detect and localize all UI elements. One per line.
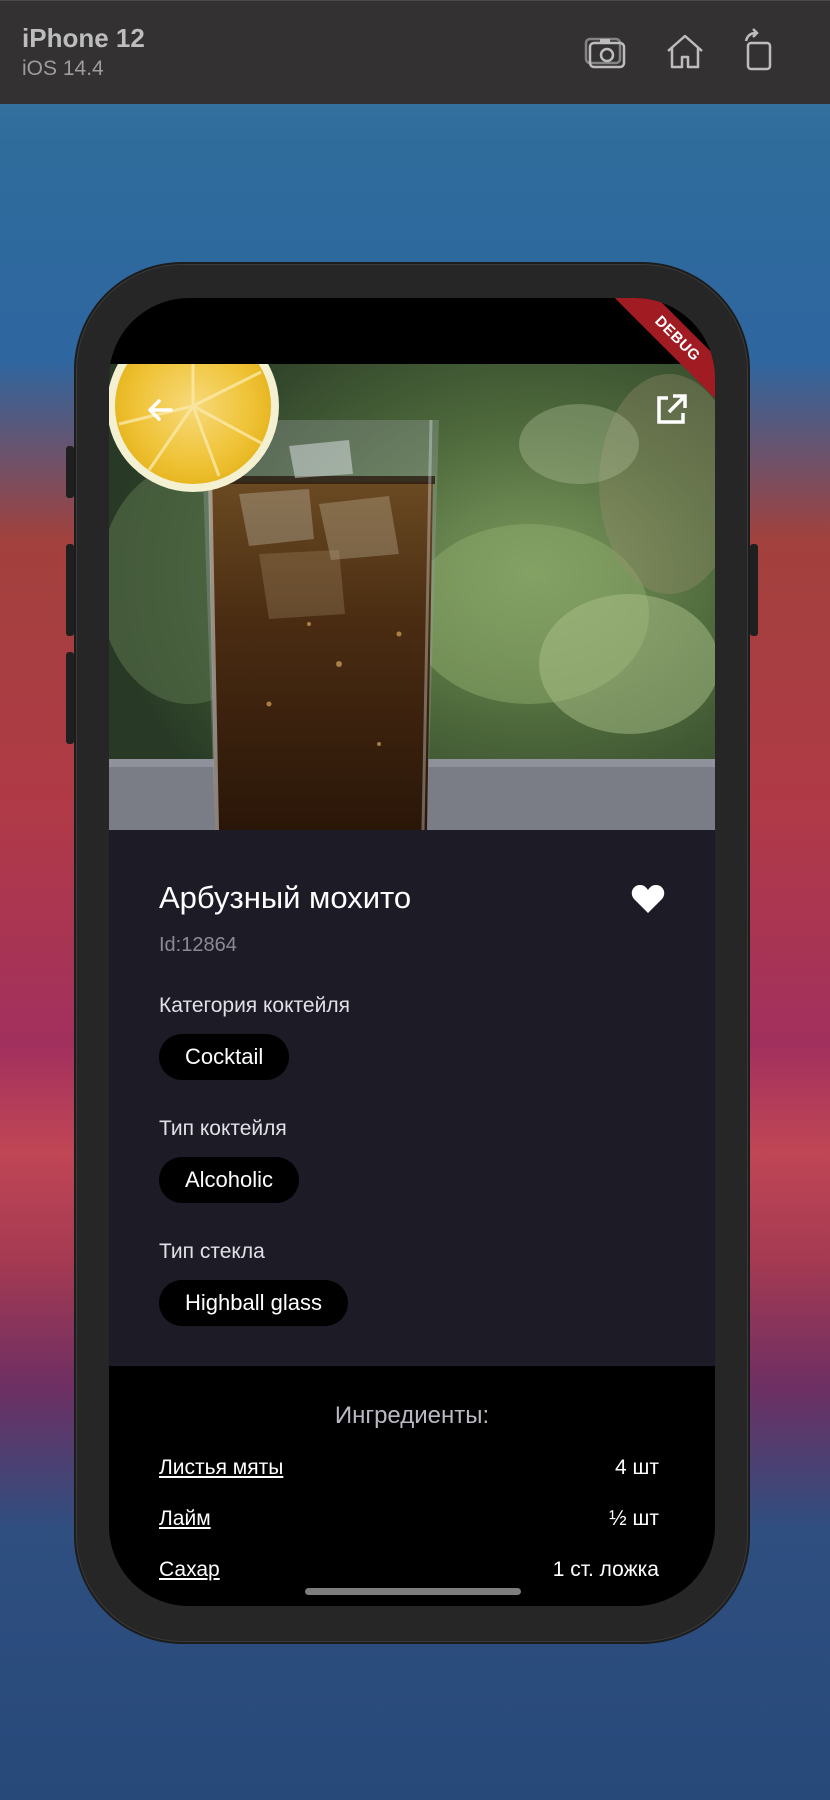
device-name: iPhone 12 xyxy=(22,23,145,53)
volume-up-button xyxy=(66,544,74,636)
type-label: Тип коктейля xyxy=(159,1117,287,1140)
drink-info-panel: Арбузный мохито Id:12864 Категория кокте… xyxy=(109,830,715,1366)
ingredient-qty: 4 шт xyxy=(615,1456,659,1479)
home-indicator[interactable] xyxy=(305,1588,521,1595)
phone-screen: DEBUG Арбузный мохито Id:12864 Категория… xyxy=(109,298,715,1606)
category-label: Категория коктейля xyxy=(159,994,350,1017)
home-icon[interactable] xyxy=(660,27,710,77)
power-button xyxy=(750,544,758,636)
volume-down-button xyxy=(66,652,74,744)
glass-label: Тип стекла xyxy=(159,1240,265,1263)
ingredients-title: Ингредиенты: xyxy=(334,1402,490,1429)
category-chip: Cocktail xyxy=(159,1034,290,1080)
rotate-icon[interactable] xyxy=(734,27,784,77)
glass-chip: Highball glass xyxy=(159,1280,348,1326)
type-chip: Alcoholic xyxy=(159,1157,300,1203)
ingredients-section: Ингредиенты: Листья мяты 4 шт Лайм ½ шт … xyxy=(109,1366,715,1606)
ingredient-link[interactable]: Листья мяты xyxy=(159,1456,283,1480)
ingredient-qty: ½ шт xyxy=(609,1507,659,1530)
ingredient-qty: 1 ст. ложка xyxy=(552,1558,659,1581)
simulator-toolbar: iPhone 12 iOS 14.4 xyxy=(0,0,830,104)
debug-banner: DEBUG xyxy=(609,298,715,407)
drink-image xyxy=(109,364,715,830)
back-arrow-icon[interactable] xyxy=(141,390,181,430)
os-version: iOS 14.4 xyxy=(22,57,104,80)
notch xyxy=(249,298,575,346)
ingredient-link[interactable]: Лайм xyxy=(159,1507,211,1531)
drink-id: Id:12864 xyxy=(159,934,237,956)
action-button xyxy=(66,446,74,498)
screenshot-icon[interactable] xyxy=(582,27,632,77)
ingredient-link[interactable]: Сахар xyxy=(159,1558,220,1582)
debug-banner-wrap: DEBUG xyxy=(595,298,715,418)
drink-title: Арбузный мохито xyxy=(159,880,412,915)
favorite-heart-icon[interactable] xyxy=(631,884,665,914)
